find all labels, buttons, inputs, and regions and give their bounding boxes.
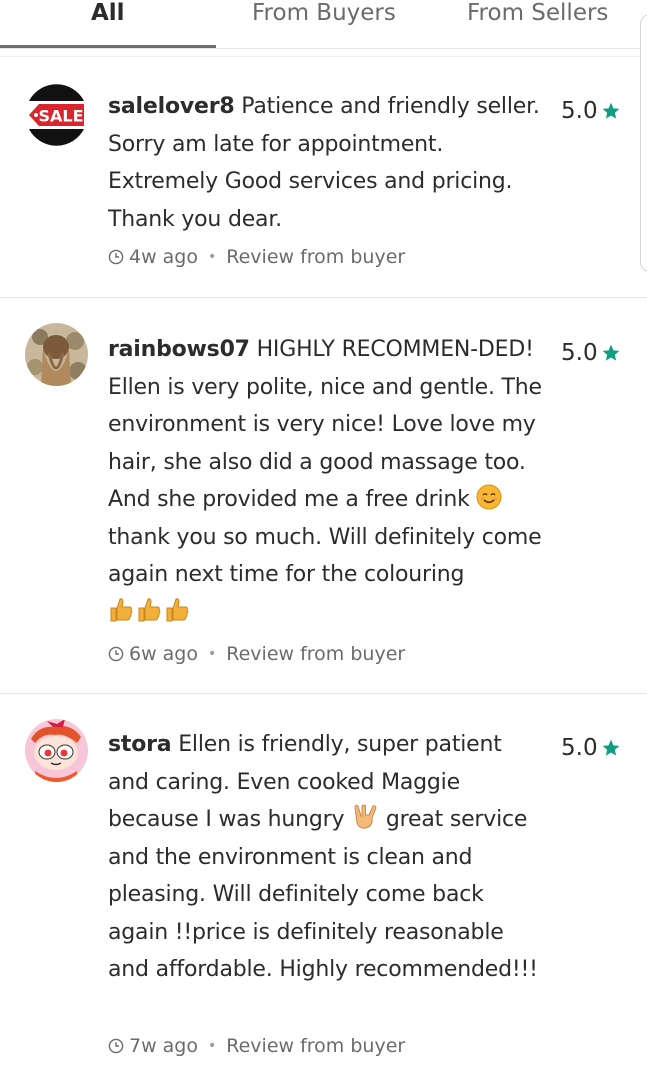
cartoon-character-icon [25,719,88,782]
review-text: salelover8 Patience and friendly seller.… [108,88,548,238]
thumbs-up-icon [110,597,189,621]
review-divider [0,297,647,298]
smiling-emoji-icon [476,484,502,510]
review-rating: 5.0 [561,735,621,761]
rating-value: 5.0 [561,735,598,761]
meta-separator: • [208,646,217,662]
review-source: Review from buyer [226,1035,406,1057]
svg-text:SALE: SALE [38,107,83,126]
tab-all[interactable]: All [91,0,125,30]
review-divider [0,693,647,694]
side-panel-edge [640,14,647,272]
love-you-gesture-icon [354,804,377,829]
review-source: Review from buyer [226,643,406,665]
review-meta: 7w ago • Review from buyer [108,1035,405,1057]
review-text: rainbows07 HIGHLY RECOMMEN-DED! Ellen is… [108,331,548,631]
review-body-continued: great service and the environment is cle… [108,807,538,982]
tab-from-buyers[interactable]: From Buyers [252,0,396,30]
tabs-divider [0,48,647,49]
review-body-continued: thank you so much. Will definitely come … [108,524,542,588]
review-source: Review from buyer [226,246,406,268]
rating-value: 5.0 [561,98,598,124]
review-time: 6w ago [129,643,198,665]
review-tabs: All From Buyers From Sellers [0,0,647,50]
user-avatar[interactable] [25,719,88,782]
review-meta: 6w ago • Review from buyer [108,643,405,665]
clock-icon [108,646,124,662]
review-meta: 4w ago • Review from buyer [108,246,405,268]
review-time: 4w ago [129,246,198,268]
clock-icon [108,1038,124,1054]
review-username[interactable]: rainbows07 [108,337,250,362]
review-rating: 5.0 [561,98,621,124]
divider [0,56,647,57]
review-time: 7w ago [129,1035,198,1057]
star-icon [602,344,619,361]
review-username[interactable]: salelover8 [108,94,235,119]
tab-from-sellers[interactable]: From Sellers [467,0,608,30]
star-icon [602,739,619,756]
review-text: stora Ellen is friendly, super patient a… [108,726,548,989]
user-avatar[interactable]: SALE [25,83,88,146]
review-username[interactable]: stora [108,732,172,757]
clock-icon [108,249,124,265]
meta-separator: • [208,1038,217,1054]
user-avatar[interactable] [25,323,88,386]
hair-photo-icon [25,323,88,386]
rating-value: 5.0 [561,340,598,366]
meta-separator: • [208,249,217,265]
sale-badge-icon: SALE [25,83,88,146]
review-rating: 5.0 [561,340,621,366]
star-icon [602,102,619,119]
